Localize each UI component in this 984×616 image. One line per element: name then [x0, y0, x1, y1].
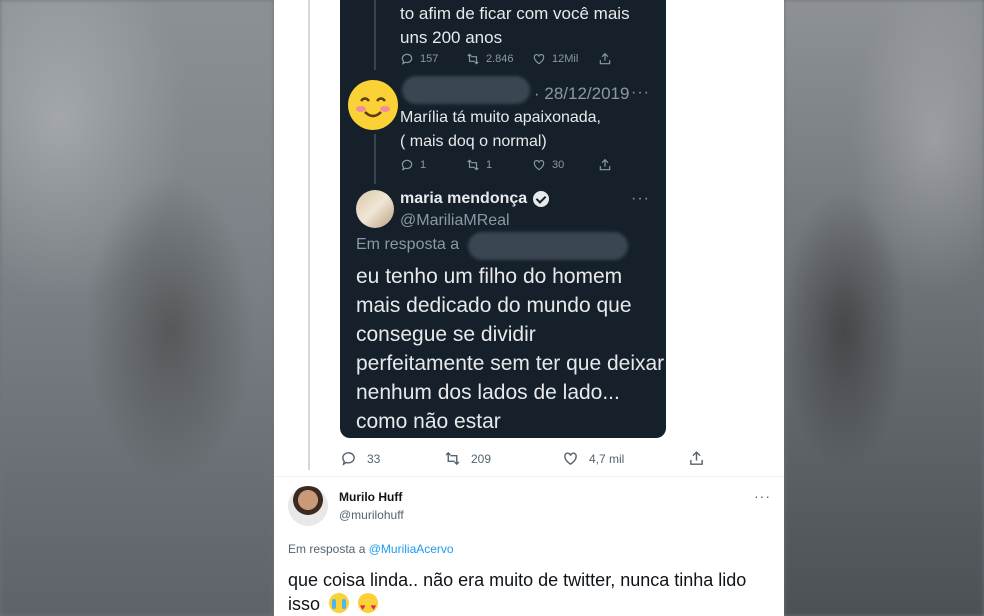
smiling-emoji-avatar[interactable] [348, 80, 398, 130]
tweet1-text: to afim de ficar com você mais uns 200 a… [400, 4, 630, 47]
tweet1-reply[interactable]: 157 [400, 52, 466, 66]
murilo-huff-avatar[interactable] [288, 486, 328, 526]
main-reply-count: 33 [367, 451, 381, 466]
retweet-icon [467, 159, 479, 171]
tweet1-like[interactable]: 12Mil [532, 52, 598, 66]
redacted-reply-target [468, 232, 628, 260]
more-icon[interactable]: ··· [754, 488, 771, 504]
reply-author-handle[interactable]: @murilohuff [339, 508, 404, 522]
tweet3-more-icon[interactable]: ··· [631, 190, 650, 208]
main-retweet-count: 209 [471, 451, 492, 466]
main-share[interactable] [688, 450, 705, 467]
tweet1-actions: 157 2.846 12Mil [400, 52, 612, 66]
embedded-tweet-screenshot: to afim de ficar com você mais uns 200 a… [340, 0, 666, 438]
reply-text: que coisa linda.. não era muito de twitt… [288, 568, 778, 616]
tweet1-retweet[interactable]: 2.846 [466, 52, 532, 66]
crying-face-icon [329, 593, 350, 613]
heart-eyes-icon [358, 593, 379, 616]
tweet2-like-count: 30 [552, 159, 565, 171]
main-like[interactable]: 4,7 mil [562, 450, 688, 467]
tweet2-share[interactable] [598, 158, 612, 172]
reply-context: Em resposta a @MuriliaAcervo [288, 542, 454, 556]
tweet1-share[interactable] [598, 52, 612, 66]
like-icon [533, 160, 545, 171]
tweet3-author-handle[interactable]: @MariliaMReal [400, 212, 510, 230]
maria-mendonca-avatar[interactable] [356, 190, 394, 228]
main-tweet-actions: 33 209 4,7 mil [340, 450, 705, 467]
blushing-face-icon [349, 81, 397, 129]
blurred-background-left [0, 0, 274, 616]
reply-icon [342, 452, 355, 466]
like-icon [533, 54, 545, 65]
tweet2-retweet-count: 1 [486, 159, 493, 171]
tweet2-more-icon[interactable]: ··· [631, 84, 650, 102]
tweet2-retweet[interactable]: 1 [466, 158, 532, 172]
tweet2-text: Marília tá muito apaixonada, ( mais doq … [400, 106, 650, 154]
thread-line [308, 0, 310, 470]
tweet2-reply-count: 1 [420, 159, 427, 171]
verified-icon [533, 191, 550, 207]
tweet3-text: eu tenho um filho do homem mais dedicado… [356, 265, 665, 433]
tweet1-reply-count: 157 [420, 53, 439, 65]
redacted-username [402, 76, 530, 104]
retweet-icon [467, 53, 479, 65]
thread-line-dark-2 [374, 134, 376, 184]
main-like-count: 4,7 mil [589, 451, 625, 466]
divider [274, 476, 784, 477]
share-icon [690, 451, 703, 465]
main-reply[interactable]: 33 [340, 450, 444, 467]
reply-icon [401, 159, 413, 171]
tweet2-text-line2: ( mais doq o normal) [400, 133, 547, 150]
tweet2-date: · 28/12/2019 [534, 84, 630, 103]
tweet3-author[interactable]: maria mendonça [400, 190, 550, 208]
share-icon [599, 52, 611, 65]
reply-author-name[interactable]: Murilo Huff [339, 490, 402, 504]
tweet3-author-name: maria mendonça [400, 190, 528, 207]
tweet2-reply[interactable]: 1 [400, 158, 466, 172]
retweet-icon [445, 451, 460, 466]
reply-to-link[interactable]: @MuriliaAcervo [369, 542, 454, 556]
tweet2-text-line1: Marília tá muito apaixonada, [400, 109, 601, 126]
reply-prefix: Em resposta a [288, 542, 366, 556]
reply-text-body: que coisa linda.. não era muito de twitt… [288, 570, 747, 614]
tweet2-like[interactable]: 30 [532, 158, 598, 172]
tweet-page: to afim de ficar com você mais uns 200 a… [274, 0, 784, 616]
share-icon [599, 158, 611, 171]
tweet1-retweet-count: 2.846 [486, 53, 514, 65]
blurred-background-right [784, 0, 984, 616]
like-icon [564, 452, 577, 466]
tweet2-actions: 1 1 30 [400, 158, 612, 172]
main-retweet[interactable]: 209 [444, 450, 562, 467]
tweet1-like-count: 12Mil [552, 53, 579, 65]
tweet3-reply-prefix: Em resposta a [356, 236, 460, 253]
thread-line-dark [374, 0, 376, 70]
reply-icon [401, 53, 413, 65]
